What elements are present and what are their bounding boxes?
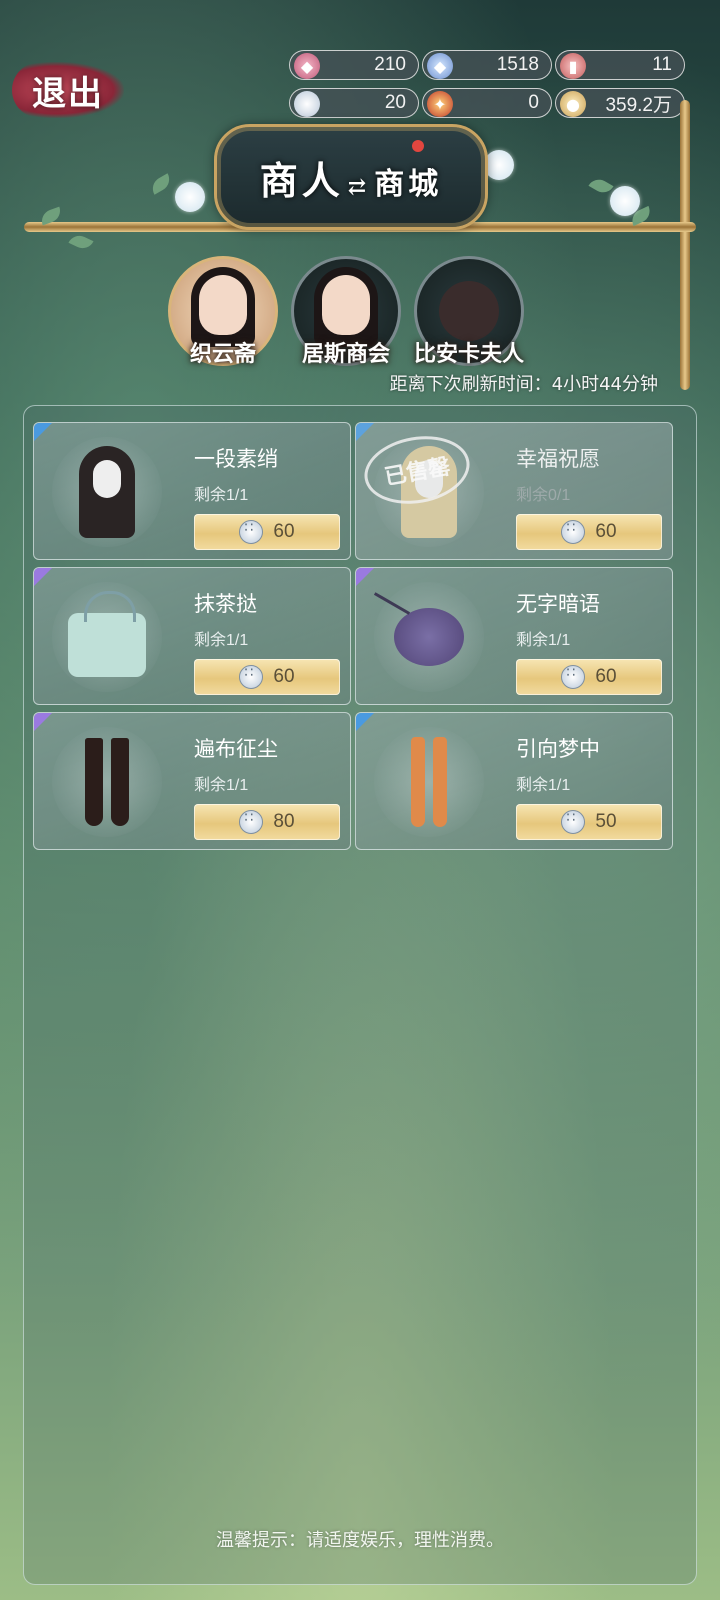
fan-icon [374,582,484,692]
ornate-post [680,100,690,390]
buy-button[interactable]: 60 [516,659,662,695]
merchant-tab-bianka[interactable]: 比安卡夫人 [412,256,526,368]
currency-button-token[interactable]: 20 [289,88,419,118]
boots-icon [52,727,162,837]
gold-coin-icon: ● [560,91,586,117]
button-token-icon [239,520,264,544]
shop-item-card[interactable]: 一段素绡 剩余1/1 60 [33,422,351,560]
blue-crystal-icon: ◆ [427,53,453,79]
footer-tip: 温馨提示：请适度娱乐，理性消费。 [216,1530,504,1551]
shop-item-card[interactable]: 无字暗语 剩余1/1 60 [355,567,673,705]
merchant-tab-jusi[interactable]: 居斯商会 [289,256,403,368]
item-remaining: 剩余0/1 [516,487,571,504]
button-token-icon [561,665,586,689]
white-rose-icon [484,150,514,180]
title-mall: 商城 [374,166,443,202]
pink-crystal-icon: ◆ [294,53,320,79]
currency-value: 20 [384,92,406,113]
rarity-corner [356,713,374,731]
rarity-corner [356,568,374,586]
exit-button[interactable]: 退出 [12,62,124,118]
merchant-tab-zhiyunzhai[interactable]: 织云斋 [166,256,280,368]
shop-title: 商人 ⇄ 商城 [260,150,442,205]
swap-arrows-icon: ⇄ [347,173,371,200]
item-price: 60 [273,666,295,687]
buy-button[interactable]: 80 [194,804,340,840]
button-token-icon [239,665,264,689]
rarity-corner [34,713,52,731]
item-name: 幸福祝愿 [516,447,600,471]
refresh-timer: 距离下次刷新时间：4小时44分钟 [389,374,658,395]
item-price: 60 [595,521,617,542]
leaf-decoration [588,175,614,197]
item-price: 60 [595,666,617,687]
currency-value: 1518 [496,54,539,75]
item-name: 抹茶挞 [194,592,257,616]
buy-button[interactable]: 60 [194,659,340,695]
shop-item-card[interactable]: 引向梦中 剩余1/1 50 [355,712,673,850]
item-name: 无字暗语 [516,592,600,616]
item-name: 一段素绡 [194,447,278,471]
buy-button[interactable]: 60 [194,514,340,550]
rarity-corner [34,568,52,586]
currency-red-gem[interactable]: ✦ 0 [422,88,552,118]
notification-dot [412,140,424,152]
merchant-name: 织云斋 [189,341,256,367]
black-wig-icon [52,437,162,547]
item-remaining: 剩余1/1 [194,777,249,794]
currency-ticket[interactable]: ▮ 11 [555,50,685,80]
shop-item-card[interactable]: 已售罄 幸福祝愿 剩余0/1 60 [355,422,673,560]
item-name: 遍布征尘 [194,737,278,761]
currency-value: 11 [652,54,672,75]
currency-pink-crystal[interactable]: ◆ 210 [289,50,419,80]
shop-item-card[interactable]: 遍布征尘 剩余1/1 80 [33,712,351,850]
button-token-icon [294,91,320,117]
item-remaining: 剩余1/1 [516,777,571,794]
shop-switch-plaque[interactable]: 商人 ⇄ 商城 [214,124,488,230]
buy-button[interactable]: 50 [516,804,662,840]
handbag-icon [52,582,162,692]
item-price: 80 [273,811,295,832]
item-remaining: 剩余1/1 [516,632,571,649]
merchant-name: 居斯商会 [301,341,390,367]
title-merchant: 商人 [259,157,344,203]
item-name: 引向梦中 [516,737,600,761]
leaf-decoration [68,231,94,253]
stockings-icon [374,727,484,837]
currency-value: 210 [374,54,406,75]
merchant-name: 比安卡夫人 [413,341,524,367]
white-rose-icon [610,186,640,216]
currency-blue-crystal[interactable]: ◆ 1518 [422,50,552,80]
leaf-decoration [148,173,174,195]
shop-item-card[interactable]: 抹茶挞 剩余1/1 60 [33,567,351,705]
red-gem-icon: ✦ [427,91,453,117]
white-rose-icon [175,182,205,212]
currency-value: 359.2万 [605,94,672,116]
item-price: 60 [273,521,295,542]
currency-gold-coin[interactable]: ● 359.2万 [555,88,685,118]
item-price: 50 [595,811,617,832]
item-remaining: 剩余1/1 [194,487,249,504]
item-remaining: 剩余1/1 [194,632,249,649]
exit-label: 退出 [32,73,104,114]
button-token-icon [561,520,586,544]
currency-value: 0 [528,92,539,113]
button-token-icon [561,810,586,834]
ticket-icon: ▮ [560,53,586,79]
rarity-corner [34,423,52,441]
button-token-icon [239,810,264,834]
buy-button[interactable]: 60 [516,514,662,550]
